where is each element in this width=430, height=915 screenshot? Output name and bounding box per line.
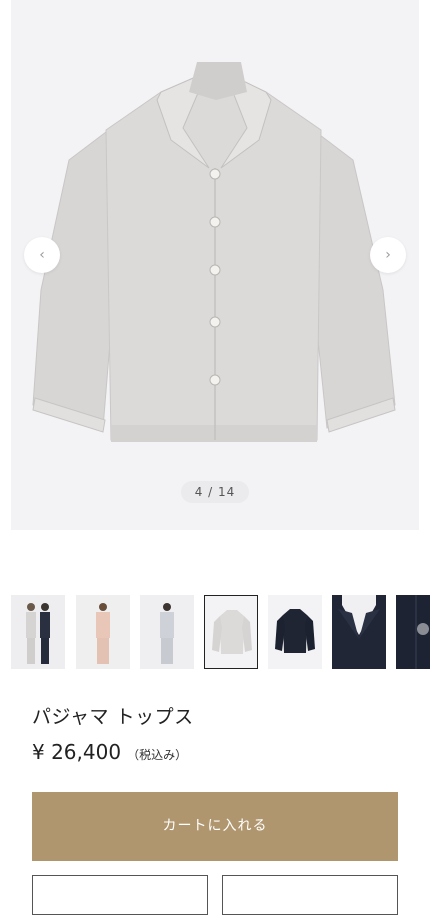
thumbnail-item-active[interactable] xyxy=(204,595,258,669)
add-to-cart-button[interactable]: カートに入れる xyxy=(32,792,398,861)
thumbnail-item[interactable] xyxy=(268,595,322,669)
price-row: ¥ 26,400 （税込み） xyxy=(32,740,187,764)
thumbnail-strip[interactable] xyxy=(11,595,430,669)
thumbnail-item[interactable] xyxy=(11,595,65,669)
secondary-button-left[interactable] xyxy=(32,875,208,915)
thumbnail-item[interactable] xyxy=(140,595,194,669)
secondary-button-right[interactable] xyxy=(222,875,398,915)
product-price: ¥ 26,400 xyxy=(32,740,122,764)
gallery-next-button[interactable]: › xyxy=(370,237,406,273)
product-image-gallery[interactable]: ‹ › 4 / 14 xyxy=(11,0,419,530)
gallery-counter: 4 / 14 xyxy=(181,481,249,503)
gallery-prev-button[interactable]: ‹ xyxy=(24,237,60,273)
product-title: パジャマ トップス xyxy=(32,706,194,728)
thumbnail-item[interactable] xyxy=(396,595,430,669)
chevron-right-icon: › xyxy=(385,247,391,263)
product-image xyxy=(32,62,396,442)
thumbnail-item[interactable] xyxy=(76,595,130,669)
tax-note: （税込み） xyxy=(127,748,188,762)
thumbnail-item[interactable] xyxy=(332,595,386,669)
chevron-left-icon: ‹ xyxy=(39,247,45,263)
